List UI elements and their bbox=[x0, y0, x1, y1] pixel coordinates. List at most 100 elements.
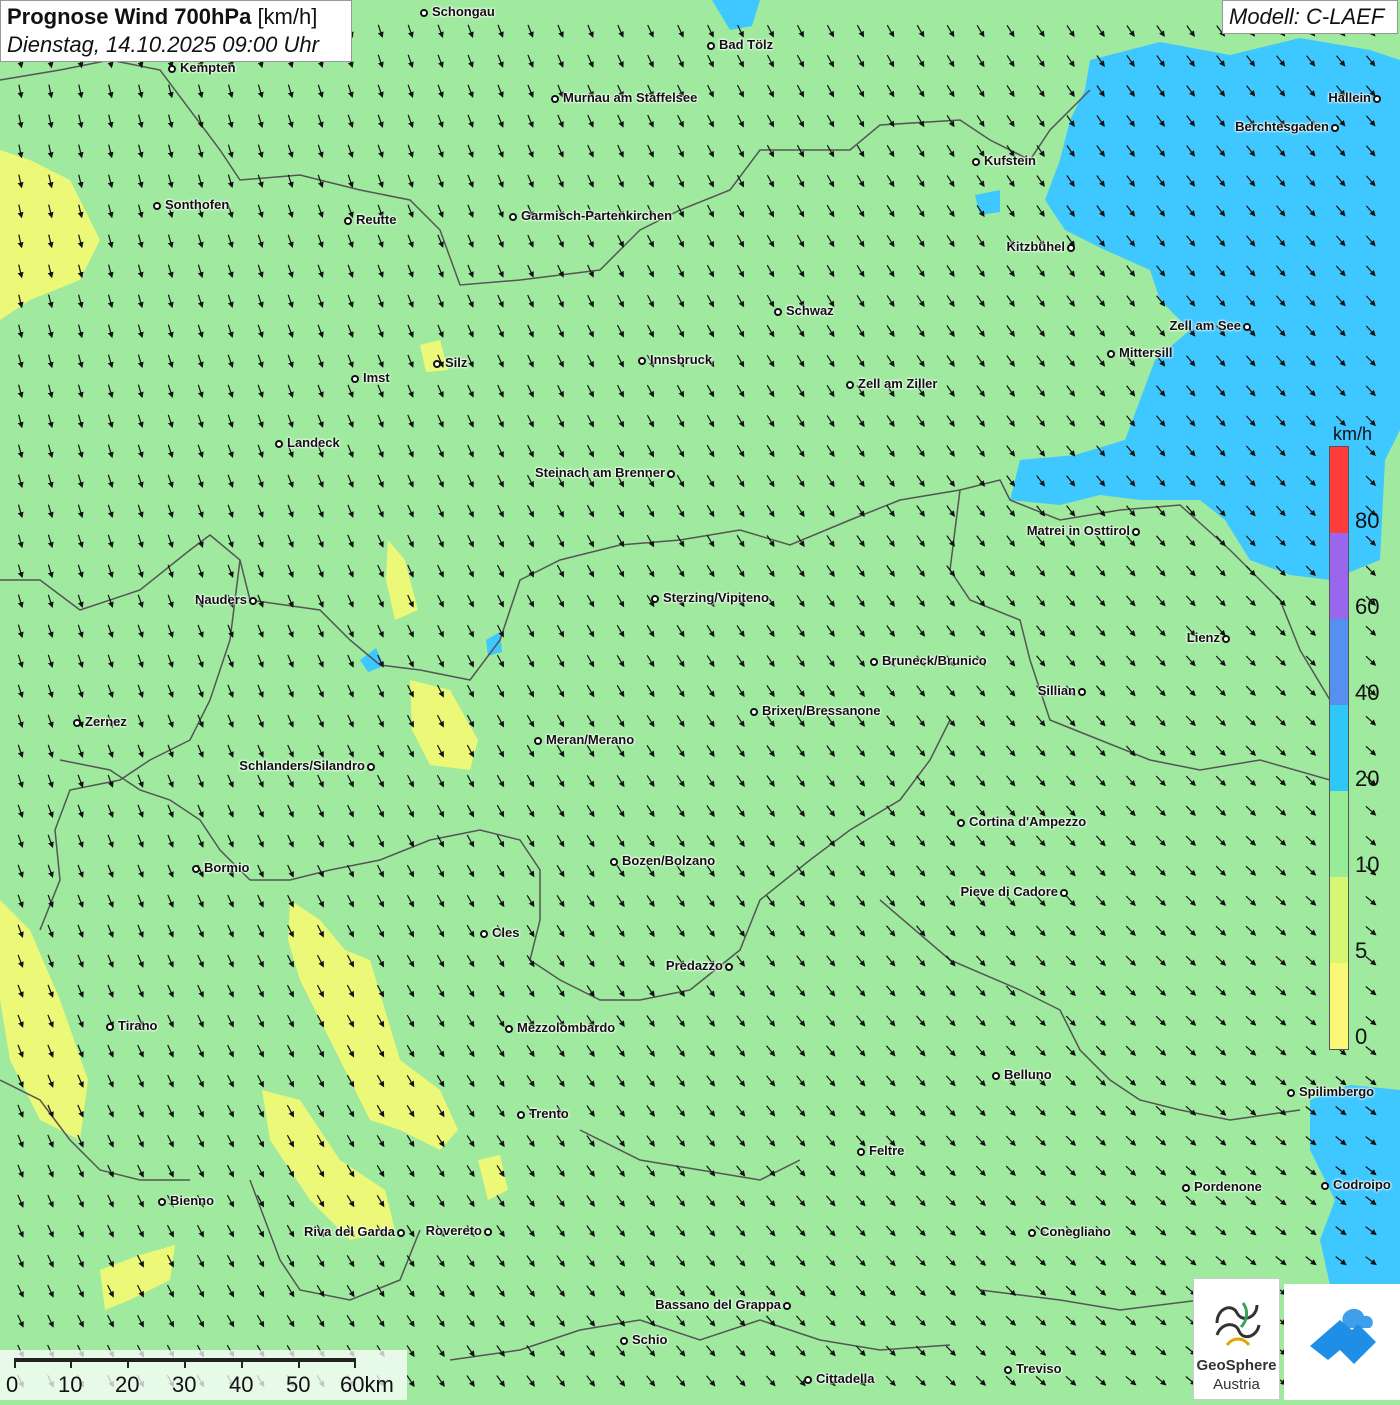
city-marker-icon bbox=[1028, 1229, 1036, 1237]
city-marker-icon bbox=[192, 865, 200, 873]
legend-seg-blue bbox=[1330, 619, 1348, 705]
city-label: Treviso bbox=[1016, 1361, 1062, 1376]
city-label: Zell am Ziller bbox=[858, 376, 938, 391]
city-marker-icon bbox=[707, 42, 715, 50]
city-marker-icon bbox=[397, 1229, 405, 1237]
legend-label-20: 20 bbox=[1355, 766, 1380, 791]
city-label: Kufstein bbox=[984, 153, 1036, 168]
city-label: Meran/Merano bbox=[546, 732, 635, 747]
legend-colorbar bbox=[1329, 446, 1349, 1050]
scale-bar: 0 10 20 30 40 50 60km bbox=[0, 1350, 407, 1400]
weather-app-logo[interactable] bbox=[1284, 1284, 1400, 1400]
city-marker-icon bbox=[1132, 528, 1140, 536]
city-label: Riva del Garda bbox=[303, 1224, 395, 1239]
city-marker-icon bbox=[344, 217, 352, 225]
city-marker-icon bbox=[534, 737, 542, 745]
city-label: Matrei in Osttirol bbox=[1026, 523, 1130, 538]
scale-tick bbox=[298, 1358, 300, 1368]
forecast-datetime: Dienstag, 14.10.2025 09:00 Uhr bbox=[7, 32, 319, 57]
city-label: Hallein bbox=[1328, 90, 1371, 105]
city-label: Schlanders/Silandro bbox=[239, 758, 365, 773]
city-label: Bassano del Grappa bbox=[655, 1297, 781, 1312]
city-label: Murnau am Staffelsee bbox=[563, 90, 698, 105]
geosphere-logo[interactable]: GeoSphere Austria bbox=[1193, 1278, 1280, 1400]
city-label: Bad Tölz bbox=[719, 37, 774, 52]
legend-label-5: 5 bbox=[1355, 938, 1368, 963]
city-marker-icon bbox=[1222, 635, 1230, 643]
scale-label: 0 bbox=[6, 1372, 19, 1397]
map-title: Prognose Wind 700hPa [km/h] bbox=[7, 4, 318, 29]
city-marker-icon bbox=[517, 1111, 525, 1119]
city-label: Garmisch-Partenkirchen bbox=[521, 208, 673, 223]
legend-seg-red bbox=[1330, 447, 1348, 533]
city-marker-icon bbox=[857, 1148, 865, 1156]
city-marker-icon bbox=[73, 719, 81, 727]
city-label: Pordenone bbox=[1194, 1179, 1262, 1194]
city-label: Sterzing/Vipiteno bbox=[663, 590, 769, 605]
city-marker-icon bbox=[957, 819, 965, 827]
scale-tick bbox=[354, 1358, 356, 1368]
city-label: Steinach am Brenner bbox=[534, 465, 665, 480]
city-label: Bruneck/Brunico bbox=[882, 653, 987, 668]
city-marker-icon bbox=[1287, 1089, 1295, 1097]
scale-label: 20 bbox=[115, 1372, 140, 1397]
city-marker-icon bbox=[367, 763, 375, 771]
legend-seg-green bbox=[1330, 791, 1348, 877]
city-label: Predazzo bbox=[665, 958, 723, 973]
city-marker-icon bbox=[275, 440, 283, 448]
city-label: Schio bbox=[632, 1332, 668, 1347]
city-marker-icon bbox=[638, 357, 646, 365]
city-marker-icon bbox=[1078, 688, 1086, 696]
city-label: Reutte bbox=[356, 212, 397, 227]
scale-label: 10 bbox=[58, 1372, 83, 1397]
city-label: Lienz bbox=[1186, 630, 1220, 645]
city-marker-icon bbox=[153, 202, 161, 210]
city-label: Pieve di Cadore bbox=[960, 884, 1058, 899]
city-label: Rovereto bbox=[425, 1223, 482, 1238]
legend-seg-cyan bbox=[1330, 705, 1348, 791]
city-label: Spilimbergo bbox=[1299, 1084, 1375, 1099]
scale-tick bbox=[127, 1358, 129, 1368]
city-marker-icon bbox=[249, 597, 257, 605]
city-label: Cittadella bbox=[816, 1371, 875, 1386]
city-label: Conegliano bbox=[1040, 1224, 1111, 1239]
legend-seg-purple bbox=[1330, 533, 1348, 619]
city-label: Landeck bbox=[287, 435, 340, 450]
city-label: Bormio bbox=[204, 860, 250, 875]
city-marker-icon bbox=[846, 381, 854, 389]
city-label: Feltre bbox=[869, 1143, 905, 1158]
city-marker-icon bbox=[651, 595, 659, 603]
city-marker-icon bbox=[1004, 1366, 1012, 1374]
geosphere-sub: Austria bbox=[1213, 1376, 1260, 1393]
city-marker-icon bbox=[1182, 1184, 1190, 1192]
city-label: Kempten bbox=[180, 60, 236, 75]
city-marker-icon bbox=[484, 1228, 492, 1236]
legend-label-10: 10 bbox=[1355, 852, 1380, 877]
title-panel: Prognose Wind 700hPa [km/h] Dienstag, 14… bbox=[0, 0, 352, 62]
city-label: Mezzolombardo bbox=[517, 1020, 616, 1035]
city-marker-icon bbox=[106, 1023, 114, 1031]
city-marker-icon bbox=[620, 1337, 628, 1345]
legend-label-60: 60 bbox=[1355, 594, 1380, 619]
city-marker-icon bbox=[1060, 889, 1068, 897]
weather-mountain-icon bbox=[1310, 1308, 1376, 1364]
city-marker-icon bbox=[551, 95, 559, 103]
city-marker-icon bbox=[351, 375, 359, 383]
city-label: Trento bbox=[529, 1106, 569, 1121]
city-label: Silz bbox=[445, 355, 468, 370]
city-marker-icon bbox=[1331, 124, 1339, 132]
city-label: Berchtesgaden bbox=[1235, 119, 1329, 134]
geosphere-name: GeoSphere bbox=[1196, 1357, 1277, 1374]
legend-seg-yellowgreen bbox=[1330, 877, 1348, 963]
legend-label-80: 80 bbox=[1355, 508, 1380, 533]
city-label: Kitzbühel bbox=[1006, 239, 1066, 254]
city-marker-icon bbox=[509, 213, 517, 221]
city-marker-icon bbox=[480, 930, 488, 938]
city-marker-icon bbox=[992, 1072, 1000, 1080]
city-marker-icon bbox=[725, 963, 733, 971]
city-label: Nauders bbox=[194, 592, 247, 607]
legend-unit: km/h bbox=[1333, 424, 1373, 444]
scale-tick bbox=[184, 1358, 186, 1368]
city-label: Cortina d'Ampezzo bbox=[969, 814, 1087, 829]
city-marker-icon bbox=[1067, 244, 1075, 252]
